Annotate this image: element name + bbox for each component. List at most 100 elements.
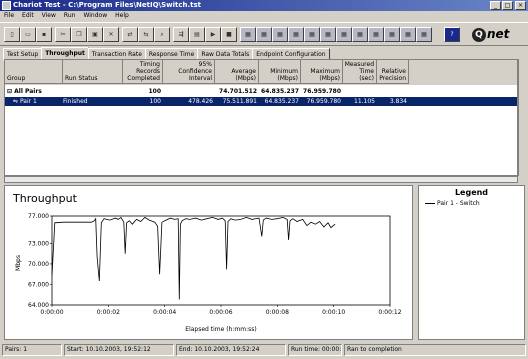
menu-file[interactable]: File [0,11,18,20]
tab-strip: Test Setup Throughput Transaction Rate Resp… [3,47,330,61]
x-axis-label: Elapsed time (h:mm:ss) [185,326,256,333]
x-tick-label: 0:00:10 [322,309,345,316]
stop-icon[interactable]: ■ [221,27,237,42]
status-runtime: Run time: 00:00:12 [288,344,342,356]
table-row-all-pairs[interactable]: ⊟ All Pairs 100 74.701.512 64.835.237 76… [5,87,517,96]
cell-time [343,87,377,96]
view-group-icon[interactable]: ▦ [384,27,400,42]
legend-swatch [425,203,435,204]
cell-precision [377,87,409,96]
help-icon[interactable]: ? [444,27,460,42]
minimize-button[interactable]: _ [490,1,501,10]
view-delay-icon[interactable]: ▦ [368,27,384,42]
x-tick-label: 0:00:12 [378,309,401,316]
multicast-icon[interactable]: ⇶ [173,27,189,42]
edit-pair-icon[interactable]: ⇆ [138,27,154,42]
y-tick-label: 70.000 [28,261,49,268]
view-lost-icon[interactable]: ▦ [336,27,352,42]
cell-records: 100 [148,88,161,95]
netiq-logo-text: net [487,27,510,41]
add-pair-icon[interactable]: ⇄ [122,27,138,42]
horizontal-scrollbar[interactable] [4,176,518,183]
close-button[interactable]: × [515,1,526,10]
app-icon [2,1,11,10]
view-endpoint-icon[interactable]: ▦ [320,27,336,42]
y-tick-label: 77.000 [28,213,49,220]
cell-status [63,87,123,96]
plot-area [51,215,391,306]
menu-view[interactable]: View [38,11,60,20]
netiq-logo: Qnet [472,25,524,44]
col-timing-records[interactable]: Timing Records Completed [123,60,163,84]
run-icon[interactable]: ▶ [205,27,221,42]
y-tick-label: 67.000 [28,281,49,288]
menu-window[interactable]: Window [79,11,111,20]
options-icon[interactable]: ▤ [189,27,205,42]
col-minimum[interactable]: Minimum (Mbps) [259,60,301,84]
expand-icon[interactable]: ⊟ [7,88,12,95]
x-tick-label: 0:00:02 [97,309,120,316]
find-icon[interactable]: ⌕ [154,27,170,42]
table-row-pair-1[interactable]: ⇋ Pair 1 Finished 100 478.426 75.511.891… [5,97,517,106]
col-confidence-interval[interactable]: 95% Confidence Interval [163,60,215,84]
throughput-chart: Throughput 64.000 67.000 70.000 73.000 77.00… [12,192,402,333]
col-measured-time[interactable]: Measured Time (sec) [343,60,377,84]
menu-bar: File Edit View Run Window Help [0,11,528,22]
new-icon[interactable]: ▯ [4,27,20,42]
view-throughput-icon[interactable]: ▦ [256,27,272,42]
status-run: Ran to completion [344,344,526,356]
toolbar: ▯ ▭ ▪ ✂ ❐ ▣ ✕ ⇄ ⇆ ⌕ ⇶ ▤ ▶ ■ ▦ ▦ ▦ ▦ ▦ ▦ … [0,22,528,46]
x-tick-label: 0:00:08 [266,309,289,316]
legend-title: Legend [454,188,489,197]
y-tick-label: 73.000 [28,240,49,247]
cell-maximum: 76.959.780 [306,98,341,105]
vertical-scrollbar[interactable] [518,59,526,176]
cell-status: Finished [63,98,88,105]
window-title: Chariot Test - C:\Program Files\NetIQ\Sw… [13,1,201,9]
view-raw-icon[interactable]: ▦ [304,27,320,42]
x-tick-label: 0:00:06 [209,309,232,316]
menu-help[interactable]: Help [111,11,133,20]
col-group[interactable]: Group [5,60,63,84]
all-pairs-label: All Pairs [14,88,42,95]
delete-icon[interactable]: ✕ [103,27,119,42]
view-filter-icon[interactable]: ▦ [416,27,432,42]
save-icon[interactable]: ▪ [36,27,52,42]
status-start: Start: 10.10.2003, 19:52:12 [64,344,174,356]
view-response-icon[interactable]: ▦ [288,27,304,42]
cell-maximum: 76.959.780 [303,88,341,95]
cell-precision: 3.834 [389,98,407,105]
cell-average: 75.511.891 [222,98,257,105]
copy-icon[interactable]: ❐ [71,27,87,42]
col-run-status[interactable]: Run Status [63,60,123,84]
cut-icon[interactable]: ✂ [55,27,71,42]
col-maximum[interactable]: Maximum (Mbps) [301,60,343,84]
status-pairs: Pairs: 1 [2,344,62,356]
view-jitter-icon[interactable]: ▦ [352,27,368,42]
cell-time: 11.105 [354,98,375,105]
view-all-icon[interactable]: ▦ [240,27,256,42]
chart-title: Throughput [12,192,78,205]
menu-run[interactable]: Run [60,11,80,20]
title-bar: Chariot Test - C:\Program Files\NetIQ\Sw… [0,0,528,11]
status-bar: Pairs: 1 Start: 10.10.2003, 19:52:12 End… [0,341,528,359]
cell-minimum: 64.835.237 [264,98,299,105]
cell-minimum: 64.835.237 [261,88,299,95]
pair-label: Pair 1 [19,98,37,105]
legend-item[interactable]: Pair 1 - Switch [425,200,480,207]
legend-pane: Legend Pair 1 - Switch [418,185,525,340]
col-average[interactable]: Average (Mbps) [215,60,259,84]
netiq-logo-icon: Q [472,27,486,42]
menu-edit[interactable]: Edit [18,11,38,20]
x-tick-label: 0:00:04 [153,309,176,316]
table-header: Group Run Status Timing Records Complete… [5,60,517,85]
maximize-button[interactable]: □ [502,1,513,10]
view-transaction-icon[interactable]: ▦ [272,27,288,42]
x-tick-label: 0:00:00 [40,309,63,316]
cell-average: 74.701.512 [219,88,257,95]
view-sort-icon[interactable]: ▦ [400,27,416,42]
paste-icon[interactable]: ▣ [87,27,103,42]
open-icon[interactable]: ▭ [20,27,36,42]
status-end: End: 10.10.2003, 19:52:24 [176,344,286,356]
col-relative-precision[interactable]: Relative Precision [377,60,409,84]
